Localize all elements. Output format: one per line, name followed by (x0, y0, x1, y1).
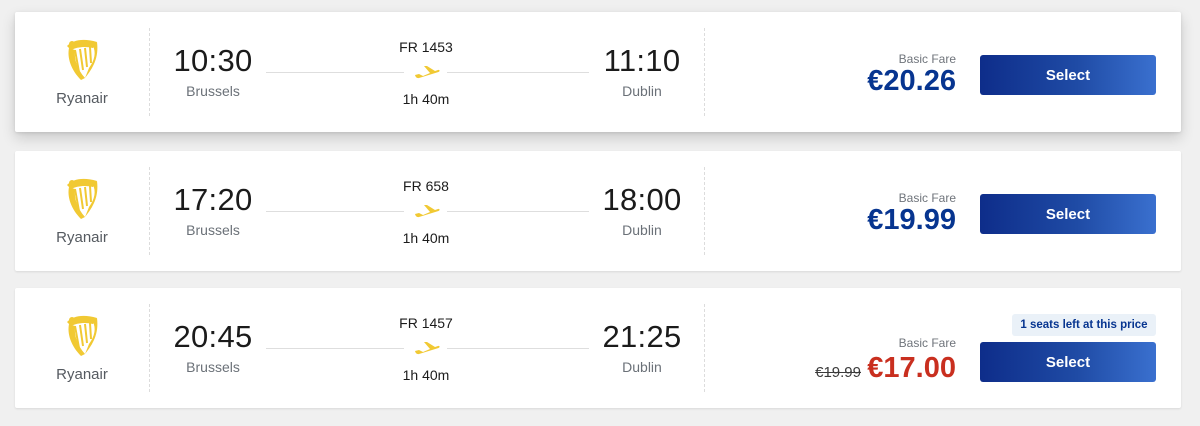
flight-number: FR 658 (403, 178, 449, 194)
ryanair-harp-icon (67, 39, 98, 80)
select-flight-button[interactable]: Select (980, 55, 1156, 95)
route-line (447, 72, 589, 73)
fare-type-label: Basic Fare (898, 52, 956, 66)
flight-number: FR 1453 (399, 39, 453, 55)
departure-city: Brussels (186, 359, 240, 375)
flight-duration: 1h 40m (402, 367, 450, 383)
divider (149, 28, 150, 116)
plane-icon (415, 205, 440, 218)
divider (149, 304, 150, 392)
route-line (266, 211, 404, 212)
ryanair-harp-icon (67, 178, 98, 219)
airline-info: Ryanair (15, 288, 149, 408)
departure-time: 17:20 (173, 182, 253, 217)
flight-card[interactable]: Ryanair 17:20 Brussels FR 658 1h 40m 18:… (15, 151, 1181, 271)
route-line (266, 72, 404, 73)
sale-price: €17.00 (867, 352, 956, 384)
flight-duration: 1h 40m (402, 230, 450, 246)
ryanair-harp-icon (67, 315, 98, 356)
fare-price: €19.99 (867, 204, 956, 236)
divider (704, 28, 705, 116)
airline-name: Ryanair (56, 366, 108, 383)
fare-type-label: Basic Fare (898, 336, 956, 350)
departure-city: Brussels (186, 83, 240, 99)
arrival-city: Dublin (622, 222, 662, 238)
fare-price: €20.26 (867, 65, 956, 97)
arrival-time: 11:10 (603, 43, 681, 78)
divider (704, 304, 705, 392)
flight-card[interactable]: Ryanair 20:45 Brussels FR 1457 1h 40m 21… (15, 288, 1181, 408)
seats-left-badge: 1 seats left at this price (1012, 314, 1156, 336)
airline-info: Ryanair (15, 12, 149, 132)
select-flight-button[interactable]: Select (980, 342, 1156, 382)
arrival-time: 21:25 (602, 319, 682, 354)
airline-name: Ryanair (56, 90, 108, 107)
select-flight-button[interactable]: Select (980, 194, 1156, 234)
flight-number: FR 1457 (399, 315, 453, 331)
divider (149, 167, 150, 255)
arrival-city: Dublin (622, 359, 662, 375)
plane-icon (415, 342, 440, 355)
divider (704, 167, 705, 255)
route-line (266, 348, 404, 349)
route-line (447, 211, 589, 212)
departure-city: Brussels (186, 222, 240, 238)
fare-type-label: Basic Fare (898, 191, 956, 205)
arrival-city: Dublin (622, 83, 662, 99)
flight-duration: 1h 40m (402, 91, 450, 107)
flight-card[interactable]: Ryanair 10:30 Brussels FR 1453 1h 40m 11… (15, 12, 1181, 132)
route-line (447, 348, 589, 349)
airline-info: Ryanair (15, 151, 149, 271)
plane-icon (415, 66, 440, 79)
departure-time: 20:45 (173, 319, 253, 354)
departure-time: 10:30 (173, 43, 253, 78)
arrival-time: 18:00 (602, 182, 682, 217)
airline-name: Ryanair (56, 229, 108, 246)
